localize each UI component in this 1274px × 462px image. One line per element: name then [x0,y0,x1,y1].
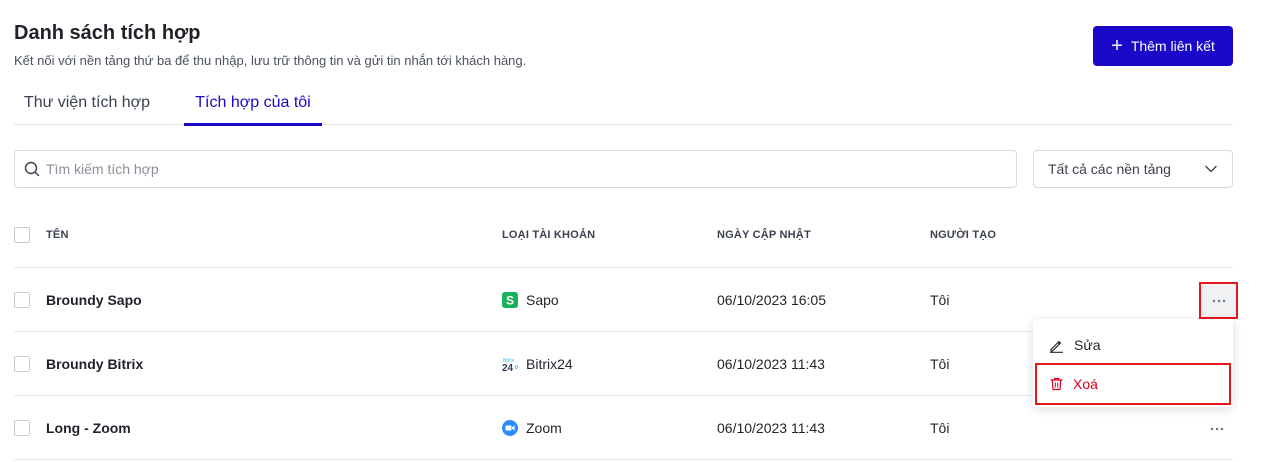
creator: Tôi [930,355,950,372]
account-type-label: Sapo [526,291,559,308]
delete-menu-item[interactable]: Xoá [1035,363,1231,405]
edit-label: Sửa [1074,337,1101,353]
account-type-cell: Bitrix 24 Bitrix24 [502,332,573,395]
updated-date: 06/10/2023 11:43 [717,355,825,372]
row-actions-menu: Sửa Xoá [1033,319,1233,407]
page-title: Danh sách tích hợp [14,22,201,44]
account-type-cell: S Sapo [502,268,559,331]
zoom-logo-icon [502,419,518,436]
account-type-label: Bitrix24 [526,355,573,372]
ellipsis-icon [1210,427,1224,431]
sapo-logo-icon: S [502,291,518,308]
tab-my-integrations[interactable]: Tích hợp của tôi [184,80,322,126]
search-icon [24,161,40,177]
column-header-updated: NGÀY CẬP NHẬT [717,229,811,241]
column-header-creator: NGƯỜI TẠO [930,229,997,241]
updated-date: 06/10/2023 16:05 [717,291,826,308]
platform-filter-select[interactable]: Tất cả các nền tảng [1033,150,1233,188]
svg-text:24: 24 [502,363,514,372]
search-box [14,150,1017,188]
row-checkbox[interactable] [14,420,30,436]
page-subtitle: Kết nối với nền tảng thứ ba để thu nhập,… [14,53,527,68]
row-checkbox[interactable] [14,356,30,372]
creator: Tôi [930,419,950,436]
account-type-label: Zoom [526,419,562,436]
more-actions-button[interactable] [1198,413,1236,445]
bitrix24-logo-icon: Bitrix 24 [502,356,518,372]
pencil-icon [1049,338,1064,353]
search-input[interactable] [46,161,946,177]
table-header: TÊN LOẠI TÀI KHOẢN NGÀY CẬP NHẬT NGƯỜI T… [14,203,1233,268]
select-all-checkbox[interactable] [14,227,30,243]
add-integration-label: Thêm liên kết [1130,38,1215,54]
row-checkbox[interactable] [14,292,30,308]
creator: Tôi [930,291,950,308]
ellipsis-icon [1212,299,1226,303]
integration-name[interactable]: Broundy Bitrix [46,332,143,395]
edit-menu-item[interactable]: Sửa [1033,327,1233,363]
platform-filter-value: Tất cả các nền tảng [1048,161,1171,177]
plus-icon: + [1111,35,1123,57]
integration-name[interactable]: Long - Zoom [46,396,131,459]
column-header-account-type: LOẠI TÀI KHOẢN [502,229,596,241]
trash-icon [1050,377,1063,391]
chevron-down-icon [1204,162,1218,176]
tab-integration-library[interactable]: Thư viện tích hợp [14,80,160,125]
updated-date: 06/10/2023 11:43 [717,419,825,436]
more-actions-button[interactable] [1199,282,1238,319]
delete-label: Xoá [1073,376,1098,392]
svg-text:S: S [506,293,514,307]
tabs: Thư viện tích hợp Tích hợp của tôi [14,80,1233,126]
integration-name[interactable]: Broundy Sapo [46,268,142,331]
account-type-cell: Zoom [502,396,562,459]
add-integration-button[interactable]: + Thêm liên kết [1093,26,1233,66]
column-header-name: TÊN [46,229,69,241]
